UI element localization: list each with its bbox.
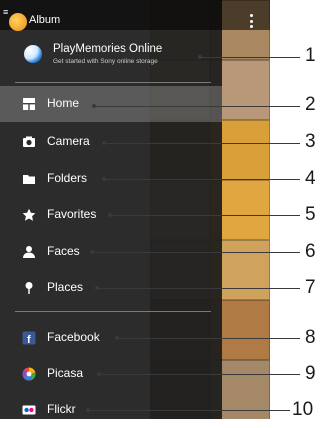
callout-leader — [99, 374, 300, 375]
nav-item-label: Picasa — [47, 366, 84, 380]
callout-leader — [200, 57, 300, 58]
camera-icon — [23, 136, 35, 147]
svg-text:f: f — [27, 334, 31, 345]
callout-number: 7 — [305, 277, 316, 298]
playmemories-title: PlayMemories Online — [53, 43, 163, 55]
flickr-icon — [22, 405, 36, 415]
nav-item-label: Places — [47, 280, 84, 294]
nav-item-label: Flickr — [47, 402, 76, 416]
nav-item-label: Favorites — [47, 207, 97, 221]
playmemories-icon — [24, 45, 42, 63]
drawer-toggle-icon[interactable]: ≡ — [3, 8, 8, 17]
callout-leader — [92, 252, 300, 253]
callout-number: 4 — [305, 168, 316, 189]
facebook-icon: f — [22, 331, 36, 345]
callout-leader — [104, 179, 300, 180]
album-app-icon — [9, 13, 27, 31]
callout-leader — [117, 338, 300, 339]
callout-leader — [104, 143, 300, 144]
playmemories-subtitle: Get started with Sony online storage — [53, 58, 158, 65]
overflow-menu-icon[interactable] — [250, 14, 254, 28]
callout-number: 3 — [305, 131, 316, 152]
divider — [15, 82, 211, 83]
nav-item-camera[interactable]: Camera — [0, 124, 222, 160]
callout-leader — [97, 288, 300, 289]
nav-item-home[interactable]: Home — [0, 86, 222, 122]
nav-item-label: Facebook — [47, 330, 100, 344]
star-icon — [22, 208, 36, 221]
nav-item-label: Folders — [47, 171, 88, 185]
callout-number: 2 — [305, 94, 316, 115]
location-pin-icon — [25, 282, 33, 294]
callout-number: 8 — [305, 327, 316, 348]
callout-number: 9 — [305, 363, 316, 384]
folder-icon — [23, 175, 35, 184]
nav-item-label: Home — [47, 96, 80, 110]
person-icon — [23, 246, 35, 258]
callout-number: 6 — [305, 241, 316, 262]
callout-number: 5 — [305, 204, 316, 225]
divider — [15, 311, 211, 312]
playmemories-online-entry[interactable]: PlayMemories Online Get started with Son… — [0, 34, 222, 80]
callout-number: 1 — [305, 45, 316, 66]
callout-leader — [94, 106, 300, 107]
nav-item-label: Camera — [47, 134, 90, 148]
nav-item-label: Faces — [47, 244, 80, 258]
callout-leader — [110, 215, 300, 216]
home-icon — [23, 98, 35, 110]
picasa-icon — [22, 367, 36, 381]
callout-number: 10 — [292, 399, 314, 420]
callout-leader — [88, 410, 290, 411]
app-bar: ≡ Album — [0, 0, 270, 31]
app-title: Album — [29, 14, 61, 26]
